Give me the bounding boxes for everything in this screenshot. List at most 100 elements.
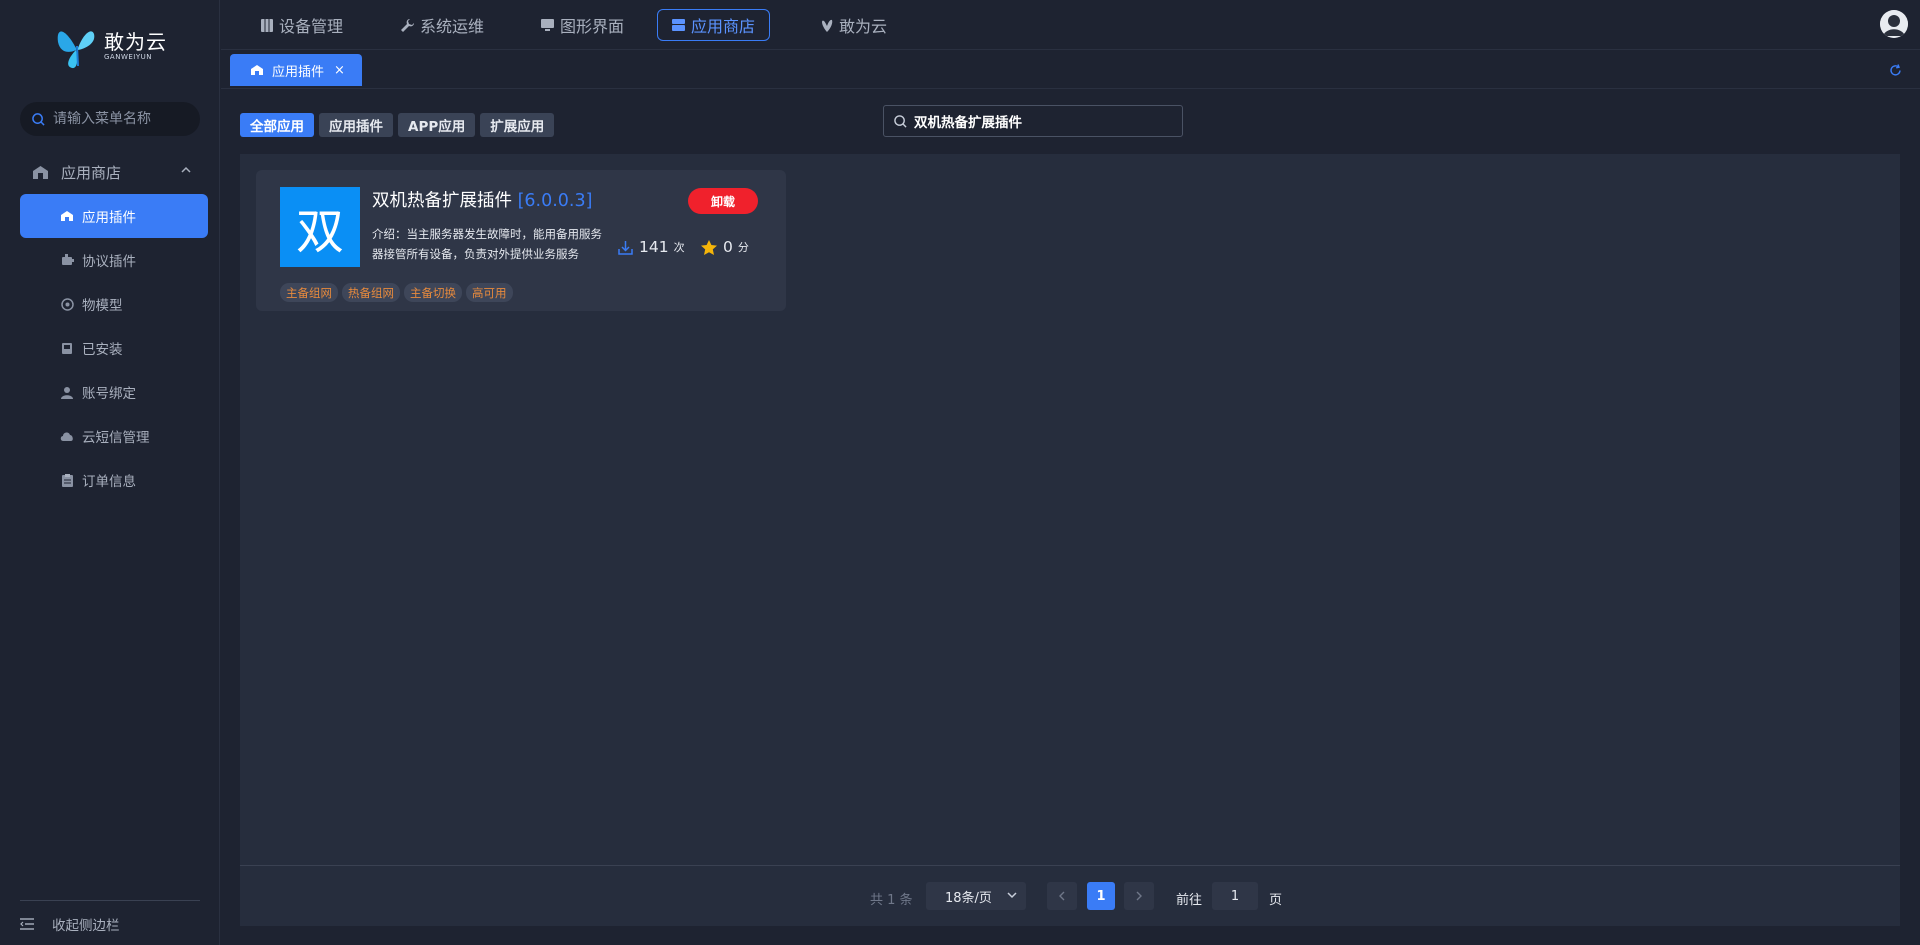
topnav-label: 图形界面 (560, 17, 625, 36)
page-size-select[interactable]: 18条/页 (926, 882, 1026, 910)
brand-logo[interactable]: 敢为云 GANWEIYUN (54, 22, 167, 70)
tab-label: 应用插件 (272, 64, 325, 80)
sidebar-item-cloud-sms[interactable]: 云短信管理 (20, 414, 208, 458)
collapse-icon (20, 918, 34, 930)
user-icon (60, 385, 74, 399)
sidebar-item-label: 账号绑定 (82, 386, 136, 402)
brand-name: 敢为云 (104, 29, 167, 54)
tab-bar: 应用插件 × (221, 51, 1920, 89)
refresh-button[interactable] (1889, 62, 1902, 81)
topnav-label: 应用商店 (691, 17, 756, 36)
plugin-icon (60, 253, 74, 267)
app-search (883, 105, 1183, 137)
app-title: 双机热备扩展插件 [6.0.0.3] (372, 187, 592, 212)
sidebar-divider (20, 900, 200, 901)
topnav-system-ops[interactable]: 系统运维 (387, 9, 498, 41)
topnav-graphic-interface[interactable]: 图形界面 (527, 9, 638, 41)
app-icon: 双 (280, 187, 360, 267)
pagination: 共 1 条 18条/页 1 前往 页 (240, 882, 1900, 912)
filter-app-plugins[interactable]: 应用插件 (319, 113, 393, 137)
category-filters: 全部应用 应用插件 APP应用 扩展应用 (240, 113, 555, 137)
app-tags: 主备组网 热备组网 主备切换 高可用 (280, 283, 513, 302)
search-icon (894, 114, 907, 128)
app-search-input[interactable] (914, 113, 1174, 129)
menu-group-app-store[interactable]: 应用商店 (20, 158, 200, 186)
close-icon[interactable]: × (334, 63, 345, 78)
topnav-label: 系统运维 (420, 17, 485, 36)
collapse-sidebar-button[interactable]: 收起侧边栏 (20, 914, 120, 934)
model-icon (60, 297, 74, 311)
sidebar-item-label: 订单信息 (82, 474, 136, 490)
goto-label: 前往 (1176, 893, 1203, 908)
brand-name-en: GANWEIYUN (104, 52, 152, 61)
download-count: 141 次 (618, 238, 685, 256)
wrench-icon (401, 18, 414, 32)
avatar-icon (1880, 10, 1908, 38)
menu-search (20, 102, 200, 136)
sidebar-item-protocol-plugins[interactable]: 协议插件 (20, 238, 208, 282)
download-icon (618, 240, 633, 255)
rating-unit: 分 (737, 241, 749, 254)
topnav-ganwei-cloud[interactable]: 敢为云 (807, 9, 901, 41)
chevron-down-icon (1007, 892, 1017, 899)
page-unit-label: 页 (1269, 893, 1283, 908)
app-description: 介绍：当主服务器发生故障时，能用备用服务器接管所有设备，负责对外提供业务服务 (372, 227, 602, 261)
sidebar-item-account-binding[interactable]: 账号绑定 (20, 370, 208, 414)
filter-app-apps[interactable]: APP应用 (398, 113, 476, 137)
store-icon (33, 165, 48, 179)
pager-divider (240, 865, 1900, 866)
total-count: 共 1 条 (870, 893, 913, 908)
tag: 主备切换 (404, 283, 462, 302)
topnav-label: 敢为云 (839, 17, 888, 36)
refresh-icon (1890, 64, 1901, 76)
tab-app-plugins[interactable]: 应用插件 × (230, 54, 362, 86)
app-version: [6.0.0.3] (517, 191, 593, 211)
sidebar-item-app-plugins[interactable]: 应用插件 (20, 194, 208, 238)
star-icon (701, 239, 717, 255)
sidebar-item-label: 应用插件 (82, 210, 136, 226)
menu-search-input[interactable] (53, 111, 193, 127)
clipboard-icon (60, 473, 74, 487)
sidebar-item-installed[interactable]: 已安装 (20, 326, 208, 370)
chevron-left-icon (1059, 891, 1065, 901)
page-number-current[interactable]: 1 (1087, 882, 1115, 910)
filter-all-apps[interactable]: 全部应用 (240, 113, 314, 137)
uninstall-button[interactable]: 卸载 (688, 188, 758, 214)
store-icon (672, 19, 685, 31)
sidebar: 敢为云 GANWEIYUN 应用商店 应用插件 协议插件 物模型 已安装 账号绑… (0, 0, 220, 945)
tag: 热备组网 (342, 283, 400, 302)
cloud-icon (60, 429, 74, 443)
collapse-sidebar-label: 收起侧边栏 (52, 918, 120, 934)
chevron-up-icon (181, 166, 191, 173)
download-unit: 次 (673, 241, 685, 254)
next-page-button[interactable] (1124, 882, 1154, 910)
sidebar-item-label: 云短信管理 (82, 430, 150, 446)
sidebar-item-order-info[interactable]: 订单信息 (20, 458, 208, 502)
chevron-right-icon (1136, 891, 1142, 901)
topnav-app-store[interactable]: 应用商店 (657, 9, 771, 41)
user-avatar[interactable] (1880, 10, 1908, 38)
device-icon (261, 18, 273, 32)
download-number: 141 (639, 238, 669, 256)
app-card[interactable]: 双 双机热备扩展插件 [6.0.0.3] 介绍：当主服务器发生故障时，能用备用服… (256, 170, 786, 311)
goto-page-input[interactable] (1212, 882, 1258, 910)
butterfly-logo-icon (57, 31, 95, 69)
prev-page-button[interactable] (1047, 882, 1077, 910)
store-icon (60, 209, 74, 223)
search-icon (32, 112, 45, 126)
sidebar-item-label: 物模型 (82, 298, 123, 314)
installed-icon (60, 341, 74, 355)
store-icon (250, 64, 264, 76)
monitor-icon (541, 19, 554, 31)
sidebar-item-label: 已安装 (82, 342, 123, 358)
tag: 高可用 (466, 283, 513, 302)
app-name: 双机热备扩展插件 (372, 191, 512, 211)
topnav-device-management[interactable]: 设备管理 (247, 9, 357, 41)
page-size-value: 18条/页 (945, 890, 992, 906)
app-list-panel: 双 双机热备扩展插件 [6.0.0.3] 介绍：当主服务器发生故障时，能用备用服… (240, 154, 1900, 926)
sidebar-item-label: 协议插件 (82, 254, 136, 270)
sidebar-item-thing-model[interactable]: 物模型 (20, 282, 208, 326)
filter-extension-apps[interactable]: 扩展应用 (480, 113, 555, 137)
top-navbar: 设备管理 系统运维 图形界面 应用商店 敢为云 (221, 0, 1920, 50)
tag: 主备组网 (280, 283, 338, 302)
